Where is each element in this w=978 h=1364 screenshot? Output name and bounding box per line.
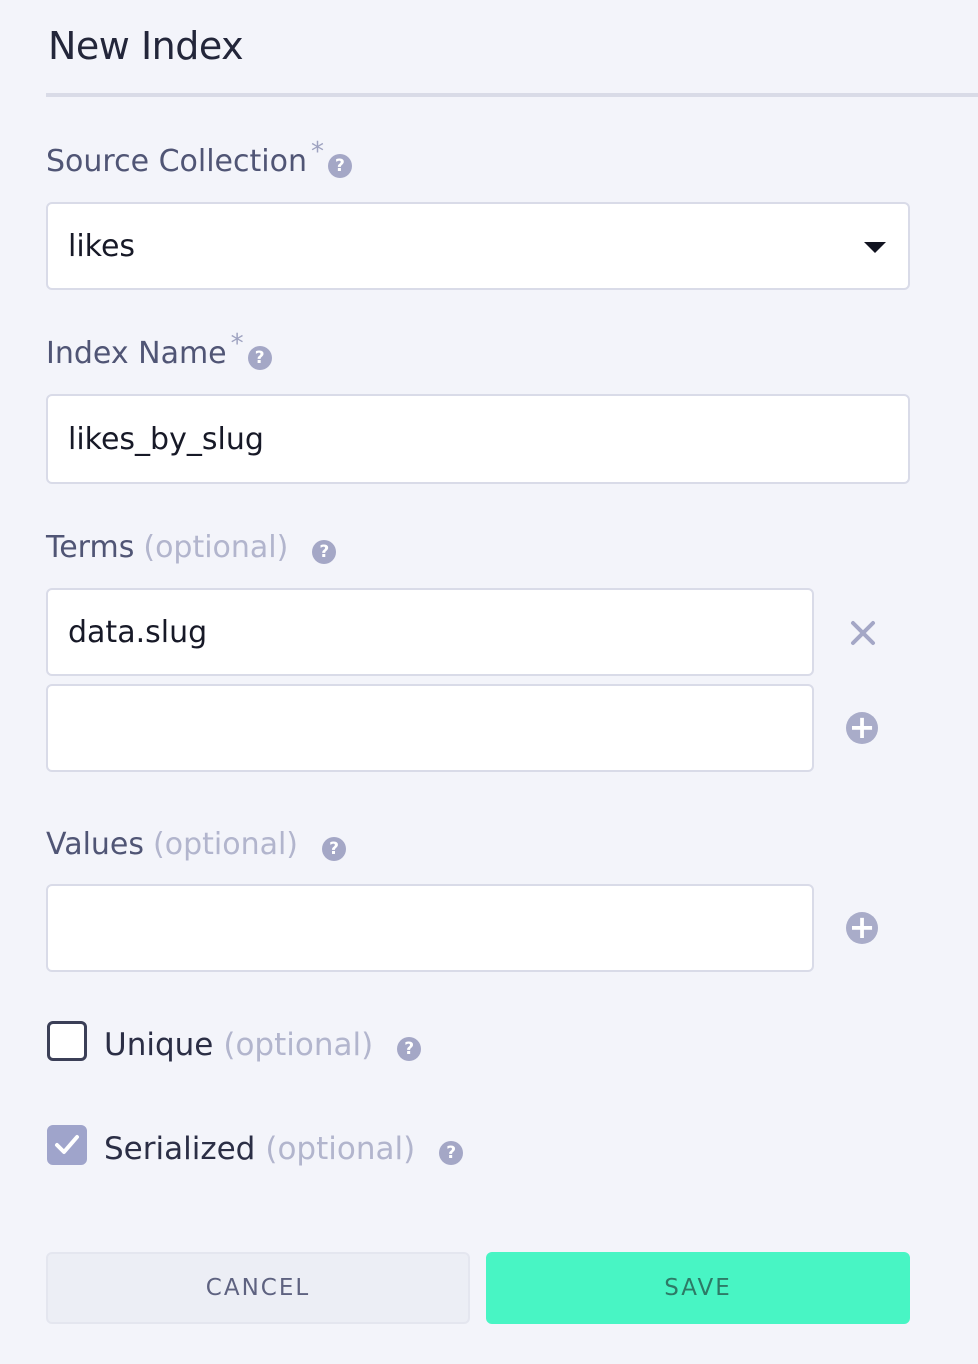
unique-label-text: Unique — [104, 1027, 214, 1063]
required-asterisk: * — [310, 137, 324, 167]
plus-circle-icon[interactable]: + — [846, 711, 878, 744]
optional-hint: (optional) — [223, 1027, 374, 1063]
title-divider — [46, 93, 978, 97]
serialized-checkbox[interactable] — [47, 1125, 87, 1165]
index-name-label: Index Name * ? — [46, 329, 272, 373]
serialized-label: Serialized (optional) ? — [104, 1129, 464, 1169]
term-input-1[interactable]: data.slug — [46, 588, 814, 676]
question-circle-icon[interactable]: ? — [397, 1037, 422, 1061]
optional-hint: (optional) — [265, 1131, 416, 1167]
values-label: Values (optional) ? — [46, 826, 347, 864]
terms-label: Terms (optional) ? — [46, 529, 337, 567]
cancel-button[interactable]: CANCEL — [46, 1252, 470, 1324]
check-icon — [55, 1135, 79, 1154]
terms-label-text: Terms — [46, 530, 135, 565]
source-collection-value: likes — [68, 228, 136, 264]
term-value-1: data.slug — [68, 614, 208, 650]
required-asterisk: * — [230, 329, 244, 359]
page-title: New Index — [48, 24, 244, 68]
question-circle-icon[interactable]: ? — [312, 540, 337, 564]
unique-label: Unique (optional) ? — [104, 1025, 422, 1065]
question-circle-icon[interactable]: ? — [247, 346, 272, 370]
plus-circle-icon[interactable]: + — [846, 911, 878, 944]
index-name-label-text: Index Name — [46, 336, 227, 371]
question-circle-icon[interactable]: ? — [322, 837, 347, 861]
question-circle-icon[interactable]: ? — [439, 1141, 464, 1165]
index-name-value: likes_by_slug — [68, 421, 264, 457]
index-name-input[interactable]: likes_by_slug — [46, 394, 910, 484]
source-collection-select[interactable]: likes — [46, 202, 910, 290]
question-circle-icon[interactable]: ? — [327, 154, 352, 178]
optional-hint: (optional) — [143, 530, 289, 565]
optional-hint: (optional) — [153, 827, 299, 862]
term-input-2[interactable] — [46, 684, 814, 772]
close-icon[interactable] — [848, 618, 878, 648]
serialized-label-text: Serialized — [104, 1131, 256, 1167]
source-collection-label-text: Source Collection — [46, 144, 307, 179]
caret-down-icon — [864, 242, 886, 253]
values-label-text: Values — [46, 827, 145, 862]
unique-checkbox[interactable] — [47, 1021, 87, 1061]
source-collection-label: Source Collection * ? — [46, 137, 352, 181]
save-button[interactable]: SAVE — [486, 1252, 910, 1324]
value-input-1[interactable] — [46, 884, 814, 972]
